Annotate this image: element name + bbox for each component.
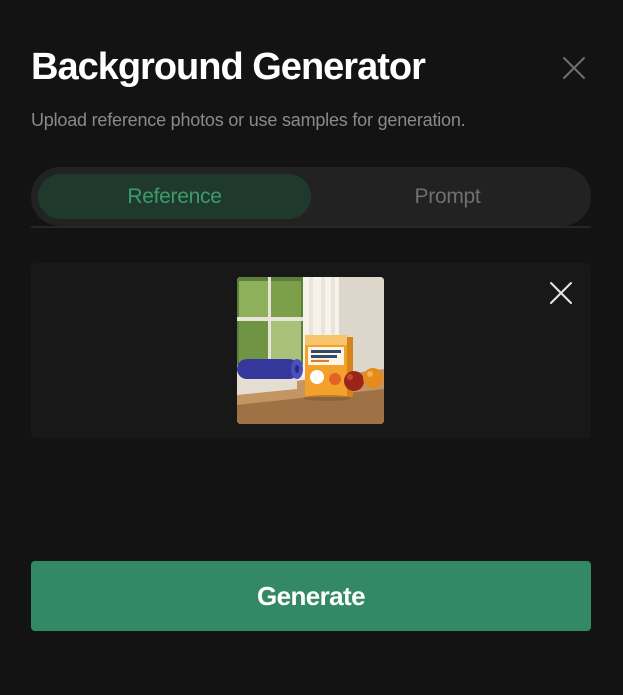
close-icon [550, 282, 572, 304]
remove-reference-button[interactable] [549, 281, 573, 305]
dialog-subtitle: Upload reference photos or use samples f… [31, 110, 466, 130]
close-dialog-button[interactable] [561, 55, 587, 81]
reference-upload-panel[interactable] [31, 263, 591, 438]
uploaded-reference-thumbnail[interactable] [237, 277, 384, 424]
tab-reference[interactable]: Reference [38, 174, 311, 219]
tab-prompt[interactable]: Prompt [311, 174, 584, 219]
uploaded-reference-image [237, 277, 384, 424]
dialog-title: Background Generator [31, 46, 426, 88]
close-icon [563, 57, 585, 79]
generate-button[interactable]: Generate [31, 561, 591, 631]
mode-tabs: Reference Prompt [31, 167, 591, 226]
tabs-divider [31, 226, 591, 228]
